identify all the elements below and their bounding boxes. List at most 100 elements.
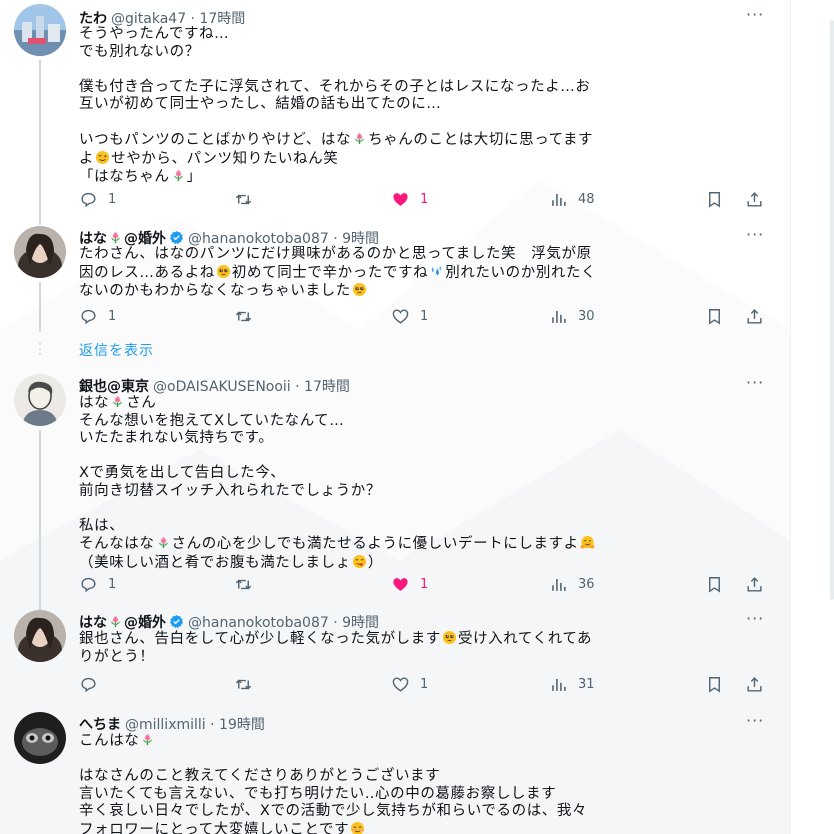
flower-emoji [108, 230, 123, 245]
timestamp[interactable]: · 17時間 [186, 11, 246, 27]
user-handle[interactable]: @gitaka47 [111, 11, 186, 27]
tweet-text-line: ないのかもわからなくなっちゃいました [79, 282, 779, 301]
timestamp[interactable]: · 17時間 [291, 379, 350, 395]
views-icon [549, 675, 568, 694]
avatar[interactable] [14, 610, 66, 662]
tweet-text-line: フォロワーにとって大変嬉しいことです [79, 821, 779, 834]
reply-button[interactable]: 1 [79, 190, 116, 209]
reply-icon [79, 190, 98, 209]
user-handle[interactable]: @oDAISAKUSENooii [153, 379, 291, 395]
timestamp[interactable]: · 9時間 [329, 231, 379, 247]
thread-line [39, 60, 41, 225]
user-handle[interactable]: @millixmilli [125, 717, 206, 733]
hugging-face-emoji [580, 535, 595, 550]
tweet-text-line: でも別れないの？ [79, 43, 200, 60]
reply-button[interactable] [79, 675, 98, 694]
share-button[interactable] [745, 675, 764, 694]
tweet-header: はな @婚外 @hananokotoba087 · 9時間 [79, 228, 379, 248]
views-button[interactable]: 31 [549, 675, 595, 694]
tweet-tawa[interactable]: たわ @gitaka47 · 17時間 ··· そうやったんですね… でも別れないの… [0, 0, 790, 225]
heart-icon [391, 190, 410, 209]
more-icon[interactable]: ··· [746, 227, 764, 243]
pleading-face-emoji [442, 630, 457, 645]
tweet-actions: 1 1 48 [79, 190, 779, 210]
timestamp[interactable]: · 19時間 [206, 717, 265, 733]
tweet-text-line: 互いが初めて同士やったし、結婚の話も出てたのに… [79, 96, 442, 112]
tweet-text-line [79, 500, 779, 518]
user-handle[interactable]: @hananokotoba087 [188, 615, 329, 631]
tweet-actions: 1 1 36 [79, 575, 779, 595]
share-button[interactable] [745, 575, 764, 594]
views-button[interactable]: 30 [549, 307, 595, 326]
share-button[interactable] [745, 307, 764, 326]
reply-count: 1 [108, 192, 117, 207]
tweet-text-line: そうやったんですね… [79, 26, 230, 42]
reply-button[interactable]: 1 [79, 307, 116, 326]
views-button[interactable]: 48 [549, 190, 595, 209]
flower-emoji [110, 394, 125, 409]
reply-button[interactable]: 1 [79, 575, 116, 594]
display-name[interactable]: はな @婚外 [79, 231, 166, 247]
more-icon[interactable]: ··· [746, 713, 764, 729]
tweet-text-line: たわさん、はなのパンツにだけ興味があるのかと思ってました笑 浮気が原 [79, 246, 592, 262]
retweet-button[interactable] [234, 307, 253, 326]
user-handle[interactable]: @hananokotoba087 [188, 231, 329, 247]
like-button[interactable]: 1 [391, 190, 428, 209]
like-count: 1 [420, 192, 429, 207]
bookmark-button[interactable] [705, 575, 724, 594]
more-icon[interactable]: ··· [746, 375, 764, 391]
tweet-text: 銀也さん、告白をして心が少し軽くなった気がします 受け入れてくれてあ りがとう！ [79, 630, 779, 666]
tweet-hana-reply-2[interactable]: はな @婚外 @hananokotoba087 · 9時間 ··· 銀也さん、告白を… [0, 606, 790, 706]
like-button[interactable]: 1 [391, 675, 428, 694]
avatar[interactable] [14, 712, 66, 764]
tweet-ginya[interactable]: 銀也@東京 @oDAISAKUSENooii · 17時間 ··· はな さん そんな… [0, 370, 790, 612]
heart-icon [391, 575, 410, 594]
tweet-text-line [79, 448, 779, 466]
reply-count: 1 [108, 577, 117, 592]
retweet-button[interactable] [234, 190, 253, 209]
display-name[interactable]: 銀也@東京 [79, 379, 149, 395]
bookmark-button[interactable] [705, 675, 724, 694]
right-column [790, 0, 834, 834]
avatar[interactable] [14, 226, 66, 278]
display-name[interactable]: たわ [79, 11, 107, 27]
retweet-button[interactable] [234, 675, 253, 694]
reply-icon [79, 575, 98, 594]
timestamp[interactable]: · 9時間 [329, 615, 379, 631]
tweet-header: へちま @millixmilli · 19時間 [79, 714, 265, 734]
pleading-face-emoji [352, 282, 367, 297]
retweet-button[interactable] [234, 575, 253, 594]
heart-icon [391, 307, 410, 326]
like-count: 1 [420, 677, 429, 692]
show-replies-link[interactable]: 返信を表示 [79, 340, 154, 360]
reply-count: 1 [108, 309, 117, 324]
bookmark-icon [705, 575, 724, 594]
smiling-face-emoji [350, 821, 365, 834]
tweet-hana-reply-1[interactable]: はな @婚外 @hananokotoba087 · 9時間 ··· たわさん、はなの… [0, 222, 790, 342]
like-button[interactable]: 1 [391, 307, 428, 326]
more-icon[interactable]: ··· [746, 7, 764, 23]
retweet-icon [234, 307, 253, 326]
display-name[interactable]: へちま [79, 717, 121, 733]
retweet-icon [234, 675, 253, 694]
tweet-text-line: いつもパンツのことばかりやけど、はな ちゃんのことは大切に思ってます [79, 132, 594, 148]
views-button[interactable]: 36 [549, 575, 595, 594]
bookmark-button[interactable] [705, 307, 724, 326]
tweet-text-line: 「はなちゃん」 [79, 169, 202, 185]
more-icon[interactable]: ··· [746, 611, 764, 627]
tweet-hechima[interactable]: へちま @millixmilli · 19時間 ··· こんはな はなさんのこと教え… [0, 708, 790, 834]
avatar[interactable] [14, 4, 66, 56]
tweet-text-line [79, 751, 779, 769]
tweet-text-line [79, 61, 779, 79]
like-button[interactable]: 1 [391, 575, 428, 594]
share-icon [745, 190, 764, 209]
tweet-text-line [79, 114, 779, 132]
share-button[interactable] [745, 190, 764, 209]
tweet-text-line: はな さん [79, 394, 157, 411]
tweet-text-line: Xで勇気を出して告白した今、 [79, 465, 286, 481]
display-name[interactable]: はな @婚外 [79, 615, 166, 631]
scrollbar[interactable] [830, 20, 834, 600]
avatar[interactable] [14, 374, 66, 426]
reply-feed: たわ @gitaka47 · 17時間 ··· そうやったんですね… でも別れないの… [0, 0, 790, 834]
bookmark-button[interactable] [705, 190, 724, 209]
